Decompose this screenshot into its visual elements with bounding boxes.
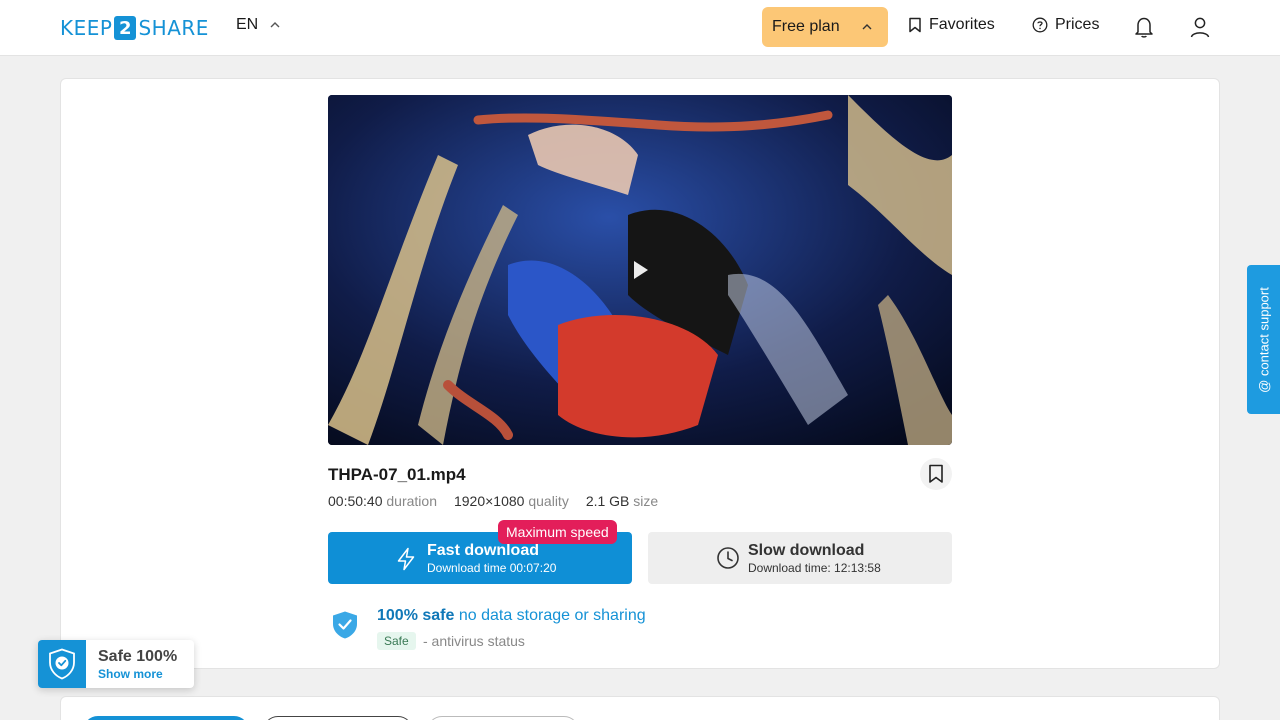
fast-download-title: Fast download — [427, 542, 539, 559]
secondary-card — [60, 696, 1220, 720]
safe-strong: 100% safe — [377, 607, 455, 624]
shield-check-icon — [333, 611, 357, 639]
favorites-label: Favorites — [929, 16, 995, 33]
play-icon[interactable] — [633, 260, 649, 280]
maximum-speed-badge: Maximum speed — [498, 520, 617, 544]
slow-download-time: Download time: 12:13:58 — [748, 561, 881, 575]
prices-label: Prices — [1055, 16, 1100, 33]
contact-support-tab[interactable]: @ contact support — [1247, 265, 1280, 414]
safe-widget-title: Safe 100% — [98, 648, 178, 665]
chevron-up-icon — [862, 24, 872, 30]
clock-icon — [717, 547, 739, 569]
file-meta: 00:50:40 duration 1920×1080 quality 2.1 … — [328, 493, 675, 509]
tab-pill-1[interactable] — [83, 716, 249, 720]
quality-value: 1920×1080 — [453, 493, 525, 509]
contact-support-label: @ contact support — [1256, 286, 1271, 393]
size-value: 2.1 GB — [585, 493, 630, 509]
chevron-up-icon — [270, 22, 280, 28]
file-name: THPA-07_01.mp4 — [328, 465, 466, 484]
tab-pill-3[interactable] — [427, 716, 579, 720]
language-selector[interactable]: EN — [236, 16, 282, 34]
keep2share-logo[interactable]: KEEP 2 SHARE — [60, 14, 209, 42]
duration-meta: 00:50:40 duration — [328, 493, 437, 509]
favorites-link[interactable]: Favorites — [908, 16, 995, 34]
size-label: size — [633, 493, 659, 509]
free-plan-button[interactable]: Free plan — [762, 7, 888, 47]
duration-label: duration — [386, 493, 437, 509]
quality-label: quality — [528, 493, 569, 509]
logo-text-2: 2 — [114, 16, 137, 40]
fast-download-time: Download time 00:07:20 — [427, 561, 557, 575]
bookmark-icon — [909, 17, 921, 33]
prices-link[interactable]: Prices — [1032, 16, 1099, 34]
user-icon[interactable] — [1189, 15, 1211, 39]
bookmark-button[interactable] — [920, 458, 952, 490]
safe-widget-link[interactable]: Show more — [98, 667, 163, 681]
bell-icon[interactable] — [1133, 15, 1155, 39]
free-plan-label: Free plan — [772, 18, 840, 35]
logo-text-share: SHARE — [138, 16, 209, 40]
safe-widget-icon-box — [38, 640, 86, 688]
lightning-icon — [397, 547, 415, 571]
safe-widget[interactable]: Safe 100% Show more — [38, 640, 194, 688]
safe-badge: Safe — [377, 632, 416, 650]
antivirus-status: - antivirus status — [423, 633, 525, 649]
logo-text-keep: KEEP — [60, 16, 113, 40]
language-label: EN — [236, 16, 259, 33]
slow-download-title: Slow download — [748, 542, 865, 559]
top-header: KEEP 2 SHARE EN Free plan Favorites Pric… — [0, 0, 1280, 56]
safe-statement: 100% safe no data storage or sharing — [377, 607, 646, 625]
safe-rest: no data storage or sharing — [454, 607, 646, 624]
duration-value: 00:50:40 — [328, 493, 383, 509]
size-meta: 2.1 GB size — [586, 493, 658, 509]
bookmark-icon — [929, 464, 943, 483]
tab-pill-2[interactable] — [263, 716, 413, 720]
slow-download-button[interactable]: Slow download Download time: 12:13:58 — [648, 532, 952, 584]
quality-meta: 1920×1080 quality — [454, 493, 569, 509]
shield-check-icon — [49, 648, 75, 680]
help-circle-icon — [1032, 17, 1048, 33]
